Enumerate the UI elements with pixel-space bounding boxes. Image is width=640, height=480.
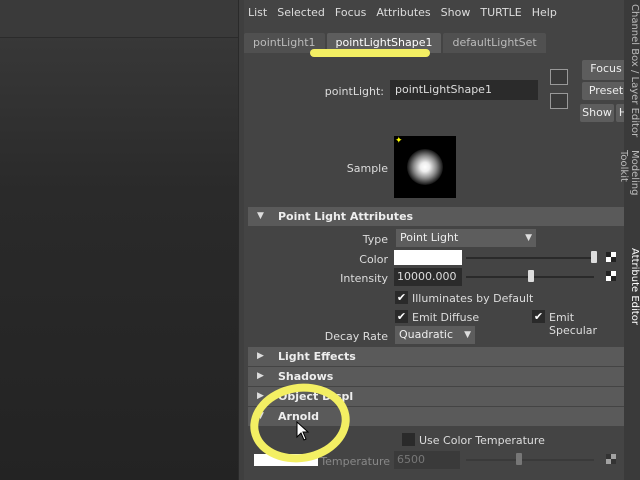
emit-diffuse-label: Emit Diffuse (412, 311, 480, 324)
tab-attribute-editor[interactable]: Attribute Editor (624, 248, 640, 328)
side-panel-tabs: Channel Box / Layer Editor Modeling Tool… (618, 0, 640, 480)
section-point-light-attributes[interactable]: ▼ Point Light Attributes (248, 207, 624, 226)
menu-show[interactable]: Show (441, 6, 471, 19)
intensity-field[interactable]: 10000.000 (394, 268, 462, 286)
color-swatch[interactable] (394, 250, 462, 265)
tab-defaultlightset[interactable]: defaultLightSet (443, 33, 546, 53)
collapsed-triangle-icon: ▶ (257, 351, 264, 361)
emit-diffuse-checkbox[interactable]: ✔ (395, 310, 408, 323)
mouse-cursor-icon (296, 421, 310, 441)
illuminates-label: Illuminates by Default (412, 292, 534, 305)
chevron-down-icon: ▼ (525, 233, 532, 243)
decay-rate-label: Decay Rate (324, 330, 388, 343)
presets-button[interactable]: Preset (582, 82, 624, 100)
temperature-slider-handle[interactable] (516, 453, 522, 465)
show-button[interactable]: Show (580, 104, 614, 122)
map-button-icon[interactable] (606, 271, 616, 281)
use-color-temperature-label: Use Color Temperature (419, 434, 545, 447)
light-glow (407, 149, 443, 185)
menu-focus[interactable]: Focus (335, 6, 366, 19)
illuminates-checkbox[interactable]: ✔ (395, 291, 408, 304)
use-color-temperature-checkbox[interactable] (402, 433, 415, 446)
type-dropdown[interactable]: Point Light ▼ (396, 229, 536, 247)
menu-selected[interactable]: Selected (277, 6, 325, 19)
viewport-panel[interactable] (0, 0, 238, 480)
section-light-effects[interactable]: ▶ Light Effects (248, 347, 624, 366)
tab-channel-box[interactable]: Channel Box / Layer Editor (624, 4, 640, 144)
intensity-slider-handle[interactable] (528, 270, 535, 282)
color-label: Color (359, 253, 388, 266)
color-slider-handle[interactable] (591, 251, 597, 263)
color-slider-track[interactable] (466, 257, 594, 259)
node-name-label: pointLight: (324, 85, 384, 98)
chevron-down-icon: ▼ (464, 330, 471, 340)
viewport-toolbar (0, 0, 238, 38)
temperature-field[interactable]: 6500 (394, 451, 460, 469)
copy-tab-icon[interactable] (550, 93, 568, 109)
decay-rate-dropdown[interactable]: Quadratic ▼ (395, 326, 475, 344)
menu-list[interactable]: List (248, 6, 267, 19)
temperature-slider-track[interactable] (466, 459, 594, 461)
collapsed-triangle-icon: ▶ (257, 371, 264, 381)
menu-help[interactable]: Help (532, 6, 557, 19)
type-label: Type (362, 233, 388, 246)
highlight-underline (310, 49, 430, 57)
attribute-editor-menubar: List Selected Focus Attributes Show TURT… (244, 0, 624, 24)
node-name-field[interactable]: pointLightShape1 (390, 80, 538, 100)
expanded-triangle-icon: ▼ (257, 211, 264, 221)
intensity-label: Intensity (340, 272, 388, 285)
node-tabs: pointLight1 pointLightShape1 defaultLigh… (244, 33, 624, 53)
emit-specular-label: Emit Specular (549, 311, 598, 337)
menu-turtle[interactable]: TURTLE (480, 6, 521, 19)
hide-button[interactable]: H (616, 104, 624, 122)
tab-modeling-toolkit[interactable]: Modeling Toolkit (618, 150, 640, 230)
map-button-icon[interactable] (606, 454, 616, 464)
emit-specular-checkbox[interactable]: ✔ (532, 310, 545, 323)
load-attributes-icon[interactable] (550, 69, 568, 85)
menu-attributes[interactable]: Attributes (376, 6, 430, 19)
light-sample-swatch: ✦ (394, 136, 456, 198)
focus-button[interactable]: Focus (582, 60, 624, 80)
sample-label: Sample (346, 162, 388, 175)
map-button-icon[interactable] (606, 252, 616, 262)
light-icon: ✦ (395, 136, 403, 146)
